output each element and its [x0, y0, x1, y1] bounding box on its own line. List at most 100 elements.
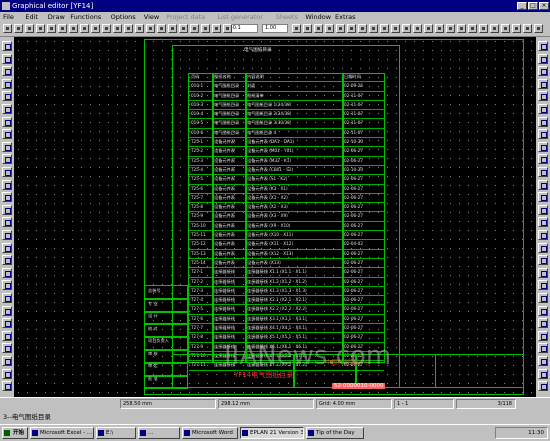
- toolbar-button-19-icon[interactable]: [212, 24, 221, 33]
- toolbar-button-42-icon[interactable]: [523, 24, 532, 33]
- toolbar-button-15-icon[interactable]: [168, 24, 177, 33]
- left-tool-8-icon[interactable]: [2, 141, 12, 152]
- left-tool-12-icon[interactable]: [2, 192, 12, 203]
- left-tool-17-icon[interactable]: [2, 255, 12, 266]
- menu-item-4[interactable]: Options: [111, 12, 136, 22]
- left-tool-1-icon[interactable]: [2, 53, 12, 64]
- left-tool-22-icon[interactable]: [2, 318, 12, 329]
- toolbar-button-31-icon[interactable]: [402, 24, 411, 33]
- menu-item-8[interactable]: Sheets: [276, 12, 298, 22]
- zoom-input[interactable]: 1.00: [262, 24, 288, 33]
- menu-item-9[interactable]: Window: [305, 12, 331, 22]
- left-tool-4-icon[interactable]: [2, 91, 12, 102]
- menu-item-2[interactable]: Draw: [48, 12, 65, 22]
- app-icon[interactable]: [2, 2, 10, 10]
- toolbar-button-14-icon[interactable]: [157, 24, 166, 33]
- left-tool-3-icon[interactable]: [2, 78, 12, 89]
- toolbar-button-10-icon[interactable]: [113, 24, 122, 33]
- left-tool-18-icon[interactable]: [2, 267, 12, 278]
- toolbar-button-23-icon[interactable]: [314, 24, 323, 33]
- close-button[interactable]: ×: [539, 2, 549, 10]
- taskbar-item-5[interactable]: Tip of the Day: [306, 427, 364, 439]
- menu-item-7[interactable]: List generator: [217, 12, 263, 22]
- toolbar-button-28-icon[interactable]: [369, 24, 378, 33]
- toolbar-button-30-icon[interactable]: [391, 24, 400, 33]
- toolbar-button-34-icon[interactable]: [435, 24, 444, 33]
- taskbar-item-0[interactable]: Microsoft Excel - ...: [30, 427, 94, 439]
- left-tool-5-icon[interactable]: [2, 104, 12, 114]
- menu-item-6[interactable]: Project data: [166, 12, 205, 22]
- toolbar-button-36-icon[interactable]: [457, 24, 466, 33]
- menu-item-0[interactable]: File: [3, 12, 14, 22]
- right-tool-19-icon[interactable]: [538, 280, 548, 291]
- right-tool-6-icon[interactable]: [538, 116, 548, 127]
- toolbar-button-16-icon[interactable]: [179, 24, 188, 33]
- menu-item-10[interactable]: Extras: [335, 12, 356, 22]
- taskbar-item-3[interactable]: Microsoft Word: [182, 427, 238, 439]
- right-tool-0-icon[interactable]: [538, 41, 548, 51]
- toolbar-button-41-icon[interactable]: [512, 24, 521, 33]
- right-tool-23-icon[interactable]: [538, 330, 548, 341]
- toolbar-button-32-icon[interactable]: [413, 24, 422, 33]
- toolbar-button-0-icon[interactable]: [3, 24, 12, 33]
- toolbar-button-27-icon[interactable]: [358, 24, 367, 33]
- left-tool-11-icon[interactable]: [2, 179, 12, 190]
- right-tool-1-icon[interactable]: [538, 53, 548, 64]
- toolbar-button-37-icon[interactable]: [468, 24, 477, 33]
- coordinate-input[interactable]: -0.1: [228, 24, 258, 33]
- toolbar-button-35-icon[interactable]: [446, 24, 455, 33]
- left-tool-10-icon[interactable]: [2, 167, 12, 177]
- left-tool-15-icon[interactable]: [2, 230, 12, 240]
- right-tool-16-icon[interactable]: [538, 242, 548, 253]
- toolbar-button-7-icon[interactable]: [80, 24, 89, 33]
- drawing-canvas[interactable]: 电气图纸目录 页码 图纸名称 内容说明 日期时间 010-1 电气图纸目录 封面 02-09-…: [14, 37, 536, 397]
- right-tool-21-icon[interactable]: [538, 305, 548, 316]
- right-tool-13-icon[interactable]: [538, 204, 548, 215]
- right-tool-5-icon[interactable]: [538, 104, 548, 114]
- toolbar-button-11-icon[interactable]: [124, 24, 133, 33]
- toolbar-button-40-icon[interactable]: [501, 24, 510, 33]
- menu-item-5[interactable]: View: [144, 12, 159, 22]
- minimize-button[interactable]: _: [517, 2, 527, 10]
- right-tool-2-icon[interactable]: [538, 66, 548, 77]
- toolbar-button-29-icon[interactable]: [380, 24, 389, 33]
- left-tool-25-icon[interactable]: [2, 356, 12, 366]
- right-tool-24-icon[interactable]: [538, 343, 548, 354]
- right-tool-7-icon[interactable]: [538, 129, 548, 140]
- menu-item-1[interactable]: Edit: [25, 12, 38, 22]
- taskbar-item-2[interactable]: ...: [138, 427, 180, 439]
- toolbar-button-39-icon[interactable]: [490, 24, 499, 33]
- toolbar-button-12-icon[interactable]: [135, 24, 144, 33]
- right-tool-11-icon[interactable]: [538, 179, 548, 190]
- right-tool-22-icon[interactable]: [538, 318, 548, 329]
- right-tool-20-icon[interactable]: [538, 293, 548, 303]
- left-tool-23-icon[interactable]: [2, 330, 12, 341]
- right-tool-25-icon[interactable]: [538, 356, 548, 366]
- toolbar-button-6-icon[interactable]: [69, 24, 78, 33]
- right-tool-26-icon[interactable]: [538, 368, 548, 379]
- toolbar-button-18-icon[interactable]: [201, 24, 210, 33]
- toolbar-button-17-icon[interactable]: [190, 24, 199, 33]
- toolbar-button-22-icon[interactable]: [303, 24, 312, 33]
- toolbar-button-9-icon[interactable]: [102, 24, 111, 33]
- toolbar-button-8-icon[interactable]: [91, 24, 100, 33]
- right-tool-15-icon[interactable]: [538, 230, 548, 240]
- right-tool-9-icon[interactable]: [538, 154, 548, 165]
- left-tool-6-icon[interactable]: [2, 116, 12, 127]
- toolbar-button-20-icon[interactable]: [223, 24, 232, 33]
- toolbar-button-5-icon[interactable]: [58, 24, 67, 33]
- right-tool-10-icon[interactable]: [538, 167, 548, 177]
- left-tool-7-icon[interactable]: [2, 129, 12, 140]
- toolbar-button-24-icon[interactable]: [325, 24, 334, 33]
- toolbar-button-43-icon[interactable]: [534, 24, 543, 33]
- left-tool-13-icon[interactable]: [2, 204, 12, 215]
- right-tool-18-icon[interactable]: [538, 267, 548, 278]
- left-tool-21-icon[interactable]: [2, 305, 12, 316]
- toolbar-button-38-icon[interactable]: [479, 24, 488, 33]
- left-tool-19-icon[interactable]: [2, 280, 12, 291]
- toolbar-button-4-icon[interactable]: [47, 24, 56, 33]
- toolbar-button-33-icon[interactable]: [424, 24, 433, 33]
- left-tool-2-icon[interactable]: [2, 66, 12, 77]
- taskbar-item-4[interactable]: EPLAN 21 Version 3.2: [240, 427, 304, 439]
- toolbar-button-21-icon[interactable]: [292, 24, 301, 33]
